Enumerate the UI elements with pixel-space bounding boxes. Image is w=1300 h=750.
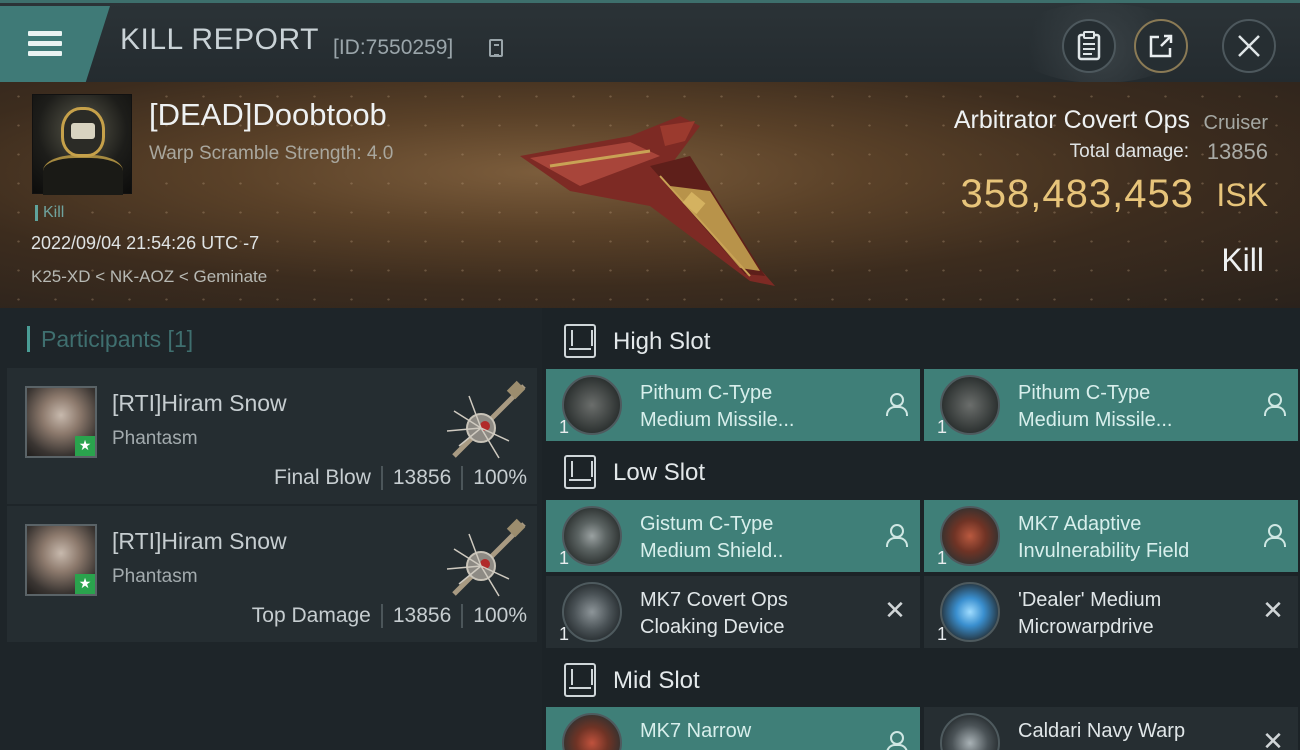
participant-role: Top Damage	[251, 604, 371, 627]
star-icon: ★	[75, 436, 95, 456]
slot-item[interactable]: 1 Gistum C-Type Medium Shield..	[546, 500, 920, 572]
slot-item[interactable]: 1 Pithum C-Type Medium Missile...	[924, 369, 1298, 441]
total-damage-value: 13856	[1206, 139, 1268, 164]
item-quantity: 1	[937, 417, 948, 437]
slot-item[interactable]: Caldari Navy Warp ✕	[924, 707, 1298, 750]
close-button[interactable]	[1222, 19, 1276, 73]
item-quantity: 1	[559, 624, 570, 644]
participant-ship-image[interactable]	[439, 514, 529, 602]
participant-damage: 13856	[392, 604, 452, 627]
participant-percent: 100%	[473, 604, 527, 627]
isk-value: 358,483,453	[960, 172, 1194, 216]
isk-unit: ISK	[1216, 177, 1268, 213]
high-slot-header: High Slot	[542, 310, 1300, 370]
low-slot-header: Low Slot	[542, 441, 1300, 501]
victim-portrait[interactable]	[32, 94, 132, 195]
participant-stats: Top Damage 13856 100%	[252, 604, 527, 628]
participant-damage: 13856	[392, 466, 452, 489]
participant-name: [RTI]Hiram Snow	[112, 528, 287, 554]
invulnerability-field-icon	[940, 506, 1000, 566]
victim-ship-image[interactable]	[510, 96, 800, 296]
ship-name[interactable]: Arbitrator Covert Ops	[954, 106, 1190, 135]
person-icon	[884, 393, 908, 416]
cross-icon: ✕	[884, 596, 906, 626]
item-name: Pithum C-Type Medium Missile...	[640, 382, 795, 431]
participant-ship: Phantasm	[112, 428, 198, 449]
mid-slot-title: Mid Slot	[613, 667, 700, 694]
item-name: Pithum C-Type Medium Missile...	[1018, 382, 1173, 431]
item-name: MK7 Adaptive Invulnerability Field	[1018, 513, 1190, 562]
person-icon	[884, 524, 908, 547]
kill-date: 2022/09/04 21:54:26 UTC -7	[31, 233, 260, 253]
victim-name[interactable]: [DEAD]Doobtoob	[149, 97, 387, 133]
low-slot-title: Low Slot	[613, 459, 706, 486]
slot-item[interactable]: 1 'Dealer' Medium Microwarpdrive ✕	[924, 576, 1298, 648]
high-slot-icon	[564, 324, 596, 358]
cross-icon: ✕	[1262, 596, 1284, 626]
cloaking-device-icon	[562, 582, 622, 642]
report-id: [ID:7550259]	[333, 36, 454, 59]
slot-item[interactable]: 1 MK7 Covert Ops Cloaking Device ✕	[546, 576, 920, 648]
warp-scramble-strength: Warp Scramble Strength: 4.0	[149, 143, 394, 164]
high-slot-title: High Slot	[613, 328, 711, 355]
warp-module-icon	[940, 713, 1000, 750]
page-title: KILL REPORT	[120, 23, 319, 56]
participant-card[interactable]: ★ [RTI]Hiram Snow Phantasm Top Damage 13…	[7, 506, 537, 642]
person-icon	[1262, 393, 1286, 416]
participant-role: Final Blow	[274, 466, 371, 489]
fitting-slots-panel: High Slot 1 Pithum C-Type Medium Missile.…	[542, 308, 1300, 750]
missile-launcher-icon	[562, 375, 622, 435]
mid-slot-header: Mid Slot	[542, 649, 1300, 709]
participants-title: Participants [1]	[27, 326, 193, 352]
missile-launcher-icon	[940, 375, 1000, 435]
item-quantity: 1	[937, 624, 948, 644]
participant-percent: 100%	[473, 466, 527, 489]
kill-location: K25-XD < NK-AOZ < Geminate	[31, 267, 268, 286]
participant-stats: Final Blow 13856 100%	[274, 466, 527, 490]
microwarpdrive-icon	[940, 582, 1000, 642]
person-icon	[884, 731, 908, 750]
participant-ship-image[interactable]	[439, 376, 529, 464]
clipboard-icon	[1077, 31, 1101, 61]
share-button[interactable]	[1134, 19, 1188, 73]
total-damage-label: Total damage:	[1069, 141, 1189, 162]
item-name: MK7 Narrow	[640, 720, 752, 742]
mid-slot-icon	[564, 663, 596, 697]
item-name: Caldari Navy Warp	[1018, 720, 1186, 742]
close-icon	[1238, 35, 1260, 57]
module-icon	[562, 713, 622, 750]
header-bar: KILL REPORT [ID:7550259]	[0, 0, 1300, 83]
cross-icon: ✕	[1262, 727, 1284, 750]
menu-icon	[28, 31, 62, 57]
kill-type: Kill	[1221, 242, 1264, 278]
participant-ship: Phantasm	[112, 566, 198, 587]
person-icon	[1262, 524, 1286, 547]
slot-item[interactable]: MK7 Narrow	[546, 707, 920, 750]
low-slot-icon	[564, 455, 596, 489]
participant-name: [RTI]Hiram Snow	[112, 390, 287, 416]
participant-portrait[interactable]: ★	[25, 524, 97, 596]
slot-item[interactable]: 1 MK7 Adaptive Invulnerability Field	[924, 500, 1298, 572]
menu-button[interactable]	[0, 6, 110, 82]
item-quantity: 1	[559, 417, 570, 437]
slot-item[interactable]: 1 Pithum C-Type Medium Missile...	[546, 369, 920, 441]
item-quantity: 1	[559, 548, 570, 568]
participants-panel: Participants [1] ★ [RTI]Hiram Snow Phant…	[0, 308, 542, 750]
star-icon: ★	[75, 574, 95, 594]
participant-portrait[interactable]: ★	[25, 386, 97, 458]
shield-module-icon	[562, 506, 622, 566]
item-name: MK7 Covert Ops Cloaking Device	[640, 589, 788, 638]
clipboard-button[interactable]	[1062, 19, 1116, 73]
ship-class: Cruiser	[1203, 112, 1268, 134]
victim-banner: [DEAD]Doobtoob Warp Scramble Strength: 4…	[0, 82, 1300, 308]
copy-icon[interactable]	[489, 39, 503, 57]
share-icon	[1149, 34, 1173, 58]
item-name: Gistum C-Type Medium Shield..	[640, 513, 784, 562]
item-quantity: 1	[937, 548, 948, 568]
participant-card[interactable]: ★ [RTI]Hiram Snow Phantasm Final Blow 13…	[7, 368, 537, 504]
item-name: 'Dealer' Medium Microwarpdrive	[1018, 589, 1162, 638]
kill-tag: Kill	[35, 205, 64, 221]
